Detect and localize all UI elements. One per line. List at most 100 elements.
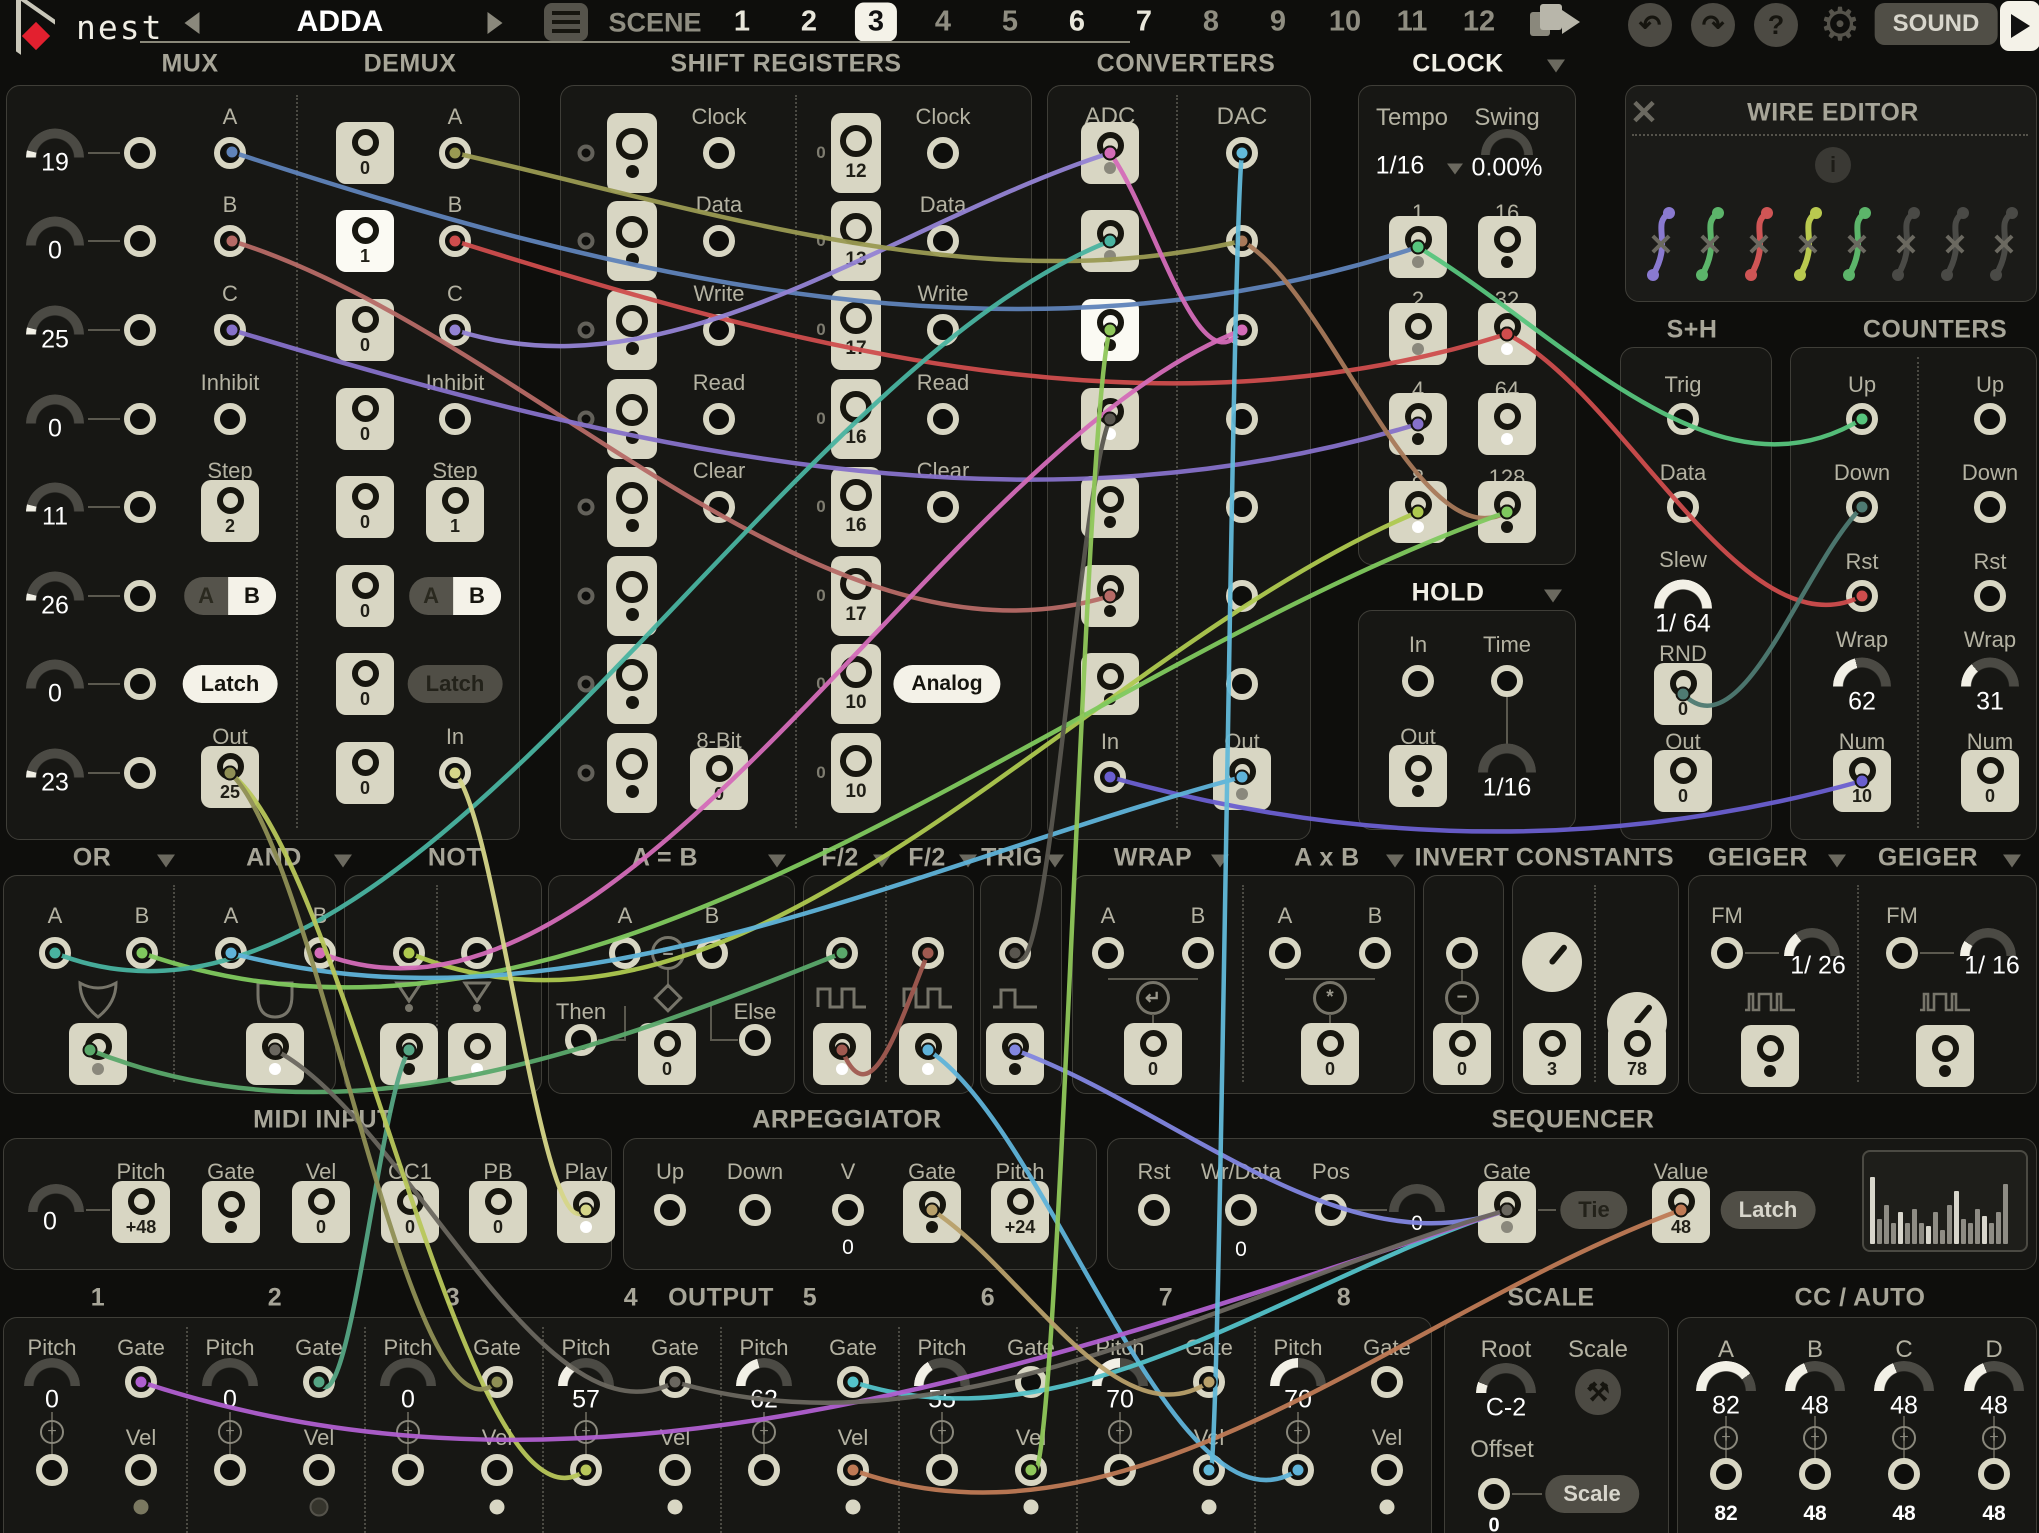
out7-vel-port[interactable] xyxy=(1193,1454,1225,1486)
mux-cv-port-5[interactable] xyxy=(124,491,156,523)
constant2-out-port[interactable]: 78 xyxy=(1608,1023,1666,1085)
invert-in-port[interactable] xyxy=(1446,937,1478,969)
midi-cc1-port[interactable]: 0 xyxy=(381,1181,439,1243)
midi-play-port[interactable] xyxy=(557,1181,615,1243)
not2-out-port[interactable] xyxy=(448,1023,506,1085)
sound-button[interactable]: SOUND xyxy=(1875,3,1998,45)
demux-cell-5[interactable]: 0 xyxy=(336,476,394,538)
counter1-rst-port[interactable] xyxy=(1846,580,1878,612)
demux-toggle-a[interactable]: A xyxy=(409,577,453,615)
clock-div-1-port[interactable] xyxy=(1389,216,1447,278)
seq-rst-port[interactable] xyxy=(1138,1194,1170,1226)
sr-right-cell-6[interactable]: 17 xyxy=(831,556,881,636)
f2a-dropdown-icon[interactable] xyxy=(873,855,891,868)
scene-10[interactable]: 10 xyxy=(1329,6,1361,39)
sr-left-tap-6[interactable] xyxy=(578,588,595,605)
sr-left-cell-7[interactable] xyxy=(607,644,657,724)
wire-slot-4[interactable]: ✕ xyxy=(1786,203,1830,287)
constant1-out-port[interactable]: 3 xyxy=(1523,1023,1581,1085)
sr-left-cell-1[interactable] xyxy=(607,113,657,193)
out2-vel-port[interactable] xyxy=(303,1454,335,1486)
out1-gate-port[interactable] xyxy=(125,1366,157,1398)
trig-dropdown-icon[interactable] xyxy=(1046,855,1064,868)
mux-cv-port-7[interactable] xyxy=(124,668,156,700)
scale-quantize-button[interactable]: Scale xyxy=(1545,1475,1639,1513)
out6-vel-port[interactable] xyxy=(1015,1454,1047,1486)
aeb-out-port[interactable]: 0 xyxy=(638,1023,696,1085)
dac-bit-5[interactable] xyxy=(1226,491,1258,523)
out1-pitchcv-port[interactable] xyxy=(36,1454,68,1486)
sh-rnd-port[interactable]: 0 xyxy=(1654,663,1712,725)
or-dropdown-icon[interactable] xyxy=(157,855,175,868)
sr-right-data-port[interactable] xyxy=(927,225,959,257)
scale-offset-port[interactable] xyxy=(1478,1478,1510,1510)
sr-left-tap-5[interactable] xyxy=(578,499,595,516)
wrap-out-port[interactable]: 0 xyxy=(1124,1023,1182,1085)
out8-pitchcv-port[interactable] xyxy=(1282,1454,1314,1486)
sr-left-data-port[interactable] xyxy=(703,225,735,257)
f2b-dropdown-icon[interactable] xyxy=(959,855,977,868)
sr-left-tap-2[interactable] xyxy=(578,233,595,250)
not1-out-port[interactable] xyxy=(380,1023,438,1085)
axb-dropdown-icon[interactable] xyxy=(1386,855,1404,868)
midi-vel-port[interactable]: 0 xyxy=(292,1181,350,1243)
mux-toggle-b[interactable]: B xyxy=(228,577,276,615)
sr-right-cell-1[interactable]: 12 xyxy=(831,113,881,193)
sr-right-cell-8[interactable]: 10 xyxy=(831,733,881,813)
invert-out-port[interactable]: 0 xyxy=(1433,1023,1491,1085)
demux-toggle-b[interactable]: B xyxy=(453,577,501,615)
f2b-out-port[interactable] xyxy=(899,1023,957,1085)
adc-bit-3[interactable] xyxy=(1081,299,1139,361)
aeb-a-port[interactable] xyxy=(609,937,641,969)
scene-5[interactable]: 5 xyxy=(1002,6,1018,39)
clock-div-64-port[interactable] xyxy=(1478,393,1536,455)
counter2-num-port[interactable]: 0 xyxy=(1961,750,2019,812)
mux-step-port[interactable]: 2 xyxy=(201,480,259,542)
wrap-a-port[interactable] xyxy=(1092,937,1124,969)
sr-right-cell-2[interactable]: 13 xyxy=(831,201,881,281)
sr-right-cell-3[interactable]: 17 xyxy=(831,290,881,370)
out1-vel-port[interactable] xyxy=(125,1454,157,1486)
and-dropdown-icon[interactable] xyxy=(334,855,352,868)
geiger1-out-port[interactable] xyxy=(1741,1025,1799,1087)
preset-next-button[interactable] xyxy=(488,12,503,34)
mux-cv-port-1[interactable] xyxy=(124,137,156,169)
cc-b-port[interactable] xyxy=(1799,1458,1831,1490)
demux-in-port[interactable] xyxy=(439,757,471,789)
clock-swing-value[interactable]: 0.00% xyxy=(1472,154,1543,183)
out8-vel-port[interactable] xyxy=(1371,1454,1403,1486)
demux-cell-4[interactable]: 0 xyxy=(336,388,394,450)
out5-pitchcv-port[interactable] xyxy=(748,1454,780,1486)
out6-pitchcv-port[interactable] xyxy=(926,1454,958,1486)
scale-edit-tools-icon[interactable]: ⚒ xyxy=(1575,1369,1621,1415)
demux-cell-3[interactable]: 0 xyxy=(336,299,394,361)
scene-2[interactable]: 2 xyxy=(801,6,817,39)
wire-slot-7[interactable]: ✕ xyxy=(1933,203,1977,287)
undo-icon[interactable]: ↶ xyxy=(1628,3,1672,47)
adc-bit-7[interactable] xyxy=(1081,653,1139,715)
wire-slot-3[interactable]: ✕ xyxy=(1737,203,1781,287)
or-b-port[interactable] xyxy=(126,937,158,969)
demux-cell-7[interactable]: 0 xyxy=(336,653,394,715)
preset-name[interactable]: ADDA xyxy=(297,5,384,39)
demux-c-port[interactable] xyxy=(439,314,471,346)
adc-bit-1[interactable] xyxy=(1081,122,1139,184)
scene-8[interactable]: 8 xyxy=(1203,6,1219,39)
sr-left-read-port[interactable] xyxy=(703,403,735,435)
adc-bit-4[interactable] xyxy=(1081,388,1139,450)
cc-d-port[interactable] xyxy=(1978,1458,2010,1490)
demux-inhibit-port[interactable] xyxy=(439,403,471,435)
wire-slot-1[interactable]: ✕ xyxy=(1639,203,1683,287)
cc-c-port[interactable] xyxy=(1888,1458,1920,1490)
sr-left-cell-2[interactable] xyxy=(607,201,657,281)
clock-tempo-dropdown-icon[interactable] xyxy=(1447,164,1463,175)
demux-cell-2[interactable]: 1 xyxy=(336,210,394,272)
clock-div-8-port[interactable] xyxy=(1389,481,1447,543)
clock-div-128-port[interactable] xyxy=(1478,481,1536,543)
mux-a-port[interactable] xyxy=(214,137,246,169)
clock-div-16-port[interactable] xyxy=(1478,216,1536,278)
counter1-down-port[interactable] xyxy=(1846,491,1878,523)
out3-gate-port[interactable] xyxy=(481,1366,513,1398)
demux-ab-toggle[interactable]: A B xyxy=(409,577,501,615)
mux-cv-port-8[interactable] xyxy=(124,757,156,789)
